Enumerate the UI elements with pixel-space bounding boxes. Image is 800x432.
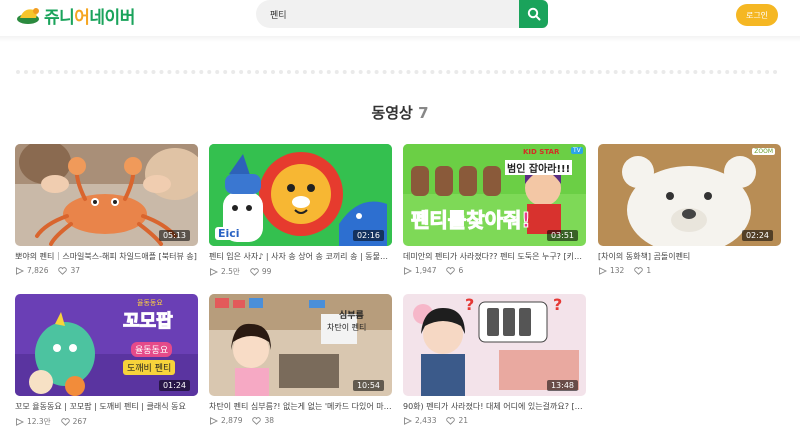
section-title: 동영상 7	[0, 102, 800, 123]
dotted-divider	[16, 70, 778, 74]
play-count-icon	[404, 266, 412, 275]
video-card[interactable]: ZOOM 02:24 [차이의 동화책] 곰돌이펜티 132 1	[598, 144, 781, 275]
play-count-icon	[210, 267, 218, 276]
logo[interactable]: 쥬니어네이버	[16, 3, 135, 28]
video-card[interactable]: 05:13 뽀야의 펜티｜스마일북스-해피 차일드애플 [북터뷰 송] 7,82…	[15, 144, 198, 275]
video-thumbnail[interactable]: 05:13	[15, 144, 198, 246]
like-count: 1	[646, 266, 652, 275]
logo-text-part1: 쥬니	[44, 7, 75, 28]
view-count: 2,433	[415, 416, 437, 425]
heart-icon	[58, 266, 68, 275]
thumbnail-caption: 펜티를찾아줘!	[411, 208, 532, 233]
like-count: 21	[458, 416, 469, 425]
question-mark-icon: ?	[553, 295, 562, 314]
thumbnail-logo: Eici	[215, 227, 243, 240]
video-title[interactable]: [차이의 동화책] 곰돌이펜티	[598, 251, 781, 262]
video-card[interactable]: KID STAR TV 범인 잡아라!!! 펜티를찾아줘! 03:51 데미안의…	[403, 144, 586, 275]
question-mark-icon: ?	[465, 295, 474, 314]
video-duration: 13:48	[546, 380, 578, 391]
header-divider	[0, 36, 800, 42]
video-title[interactable]: 펜티 입은 사자♪ | 사자 송 상어 송 코끼리 송 | 동물동요 ...	[209, 251, 392, 262]
video-thumbnail[interactable]: 율동동요 꼬모팝 율동동요 도깨비 펜티 01:24	[15, 294, 198, 396]
search-icon	[527, 7, 540, 21]
logo-text: 쥬니어네이버	[44, 3, 135, 28]
like-count: 99	[261, 267, 272, 276]
play-count-icon	[16, 266, 24, 275]
video-thumbnail[interactable]: Eici 02:16	[209, 144, 392, 246]
view-count: 2,879	[221, 416, 243, 425]
video-thumbnail[interactable]: ZOOM 02:24	[598, 144, 781, 246]
logo-text-part3: 네이버	[89, 7, 135, 28]
like-count: 267	[72, 417, 87, 426]
video-meta: 2,433 21	[403, 416, 586, 425]
video-thumbnail[interactable]: KID STAR TV 범인 잡아라!!! 펜티를찾아줘! 03:51	[403, 144, 586, 246]
play-count-icon	[404, 416, 412, 425]
thumbnail-tv-badge: TV	[571, 147, 583, 154]
video-thumbnail[interactable]: 심부름 차탄이 펜티 10:54	[209, 294, 392, 396]
video-card[interactable]: ? ? 13:48 90화) 펜티가 사라졌다! 대체 어디에 있는걸까요? […	[403, 294, 586, 425]
view-count: 7,826	[27, 266, 49, 275]
video-duration: 02:24	[741, 230, 773, 241]
heart-icon	[634, 266, 644, 275]
video-duration: 10:54	[352, 380, 384, 391]
video-meta: 132 1	[598, 266, 781, 275]
logo-hat-icon	[17, 8, 39, 24]
view-count: 1,947	[415, 266, 437, 275]
view-count: 12.3만	[27, 417, 51, 426]
thumbnail-subtitle-1: 율동동요	[131, 342, 173, 357]
thumbnail-title: 꼬모팝	[123, 311, 174, 333]
play-count-icon	[599, 266, 607, 275]
thumbnail-brand: ZOOM	[752, 148, 775, 155]
play-count-icon	[16, 417, 24, 426]
video-title[interactable]: 차탄이 펜티 심부름?! 없는게 없는 '메카드 다있어 마트'...	[209, 401, 392, 412]
video-duration: 03:51	[546, 230, 578, 241]
video-card[interactable]: Eici 02:16 펜티 입은 사자♪ | 사자 송 상어 송 코끼리 송 |…	[209, 144, 392, 277]
video-thumbnail[interactable]: ? ? 13:48	[403, 294, 586, 396]
like-count: 6	[458, 266, 464, 275]
login-button[interactable]: 로그인	[736, 4, 778, 26]
video-meta: 12.3만 267	[15, 416, 198, 427]
video-meta: 7,826 37	[15, 266, 198, 275]
thumbnail-label-2: 차탄이 펜티	[327, 323, 367, 332]
like-count: 38	[264, 416, 275, 425]
video-duration: 02:16	[352, 230, 384, 241]
view-count: 2.5만	[221, 267, 240, 276]
heart-icon	[60, 417, 70, 426]
logo-text-part2: 어	[74, 7, 90, 28]
thumbnail-subtitle-2: 도깨비 펜티	[123, 360, 176, 375]
section-title-label: 동영상	[371, 104, 413, 122]
video-title[interactable]: 뽀야의 펜티｜스마일북스-해피 차일드애플 [북터뷰 송]	[15, 251, 198, 262]
like-count: 37	[70, 266, 81, 275]
video-card[interactable]: 율동동요 꼬모팝 율동동요 도깨비 펜티 01:24 꼬모 율동동요 | 꼬모팝…	[15, 294, 198, 427]
view-count: 132	[610, 266, 625, 275]
heart-icon	[446, 416, 456, 425]
video-duration: 01:24	[158, 380, 190, 391]
thumbnail-brand: KID STAR	[523, 148, 560, 156]
heart-icon	[252, 416, 262, 425]
video-title[interactable]: 데미안의 펜티가 사라졌다?? 펜티 도둑은 누구? [키즈...	[403, 251, 586, 262]
search-button[interactable]	[519, 0, 548, 28]
thumbnail-headline: 범인 잡아라!!!	[505, 160, 573, 175]
video-meta: 1,947 6	[403, 266, 586, 275]
section-count: 7	[418, 104, 429, 122]
video-card[interactable]: 심부름 차탄이 펜티 10:54 차탄이 펜티 심부름?! 없는게 없는 '메카…	[209, 294, 392, 425]
thumbnail-label-1: 심부름	[339, 311, 364, 321]
video-meta: 2,879 38	[209, 416, 392, 425]
video-meta: 2.5만 99	[209, 266, 392, 277]
heart-icon	[446, 266, 456, 275]
heart-icon	[250, 267, 259, 276]
video-title[interactable]: 90화) 펜티가 사라졌다! 대체 어디에 있는걸까요? [멈마...	[403, 401, 586, 412]
video-title[interactable]: 꼬모 율동동요 | 꼬모팝 | 도깨비 펜티 | 클래식 동요	[15, 401, 198, 412]
header: 쥬니어네이버 로그인	[0, 0, 800, 40]
video-duration: 05:13	[158, 230, 190, 241]
play-count-icon	[210, 416, 218, 425]
search-input[interactable]	[256, 0, 518, 28]
search-box	[256, 0, 546, 28]
